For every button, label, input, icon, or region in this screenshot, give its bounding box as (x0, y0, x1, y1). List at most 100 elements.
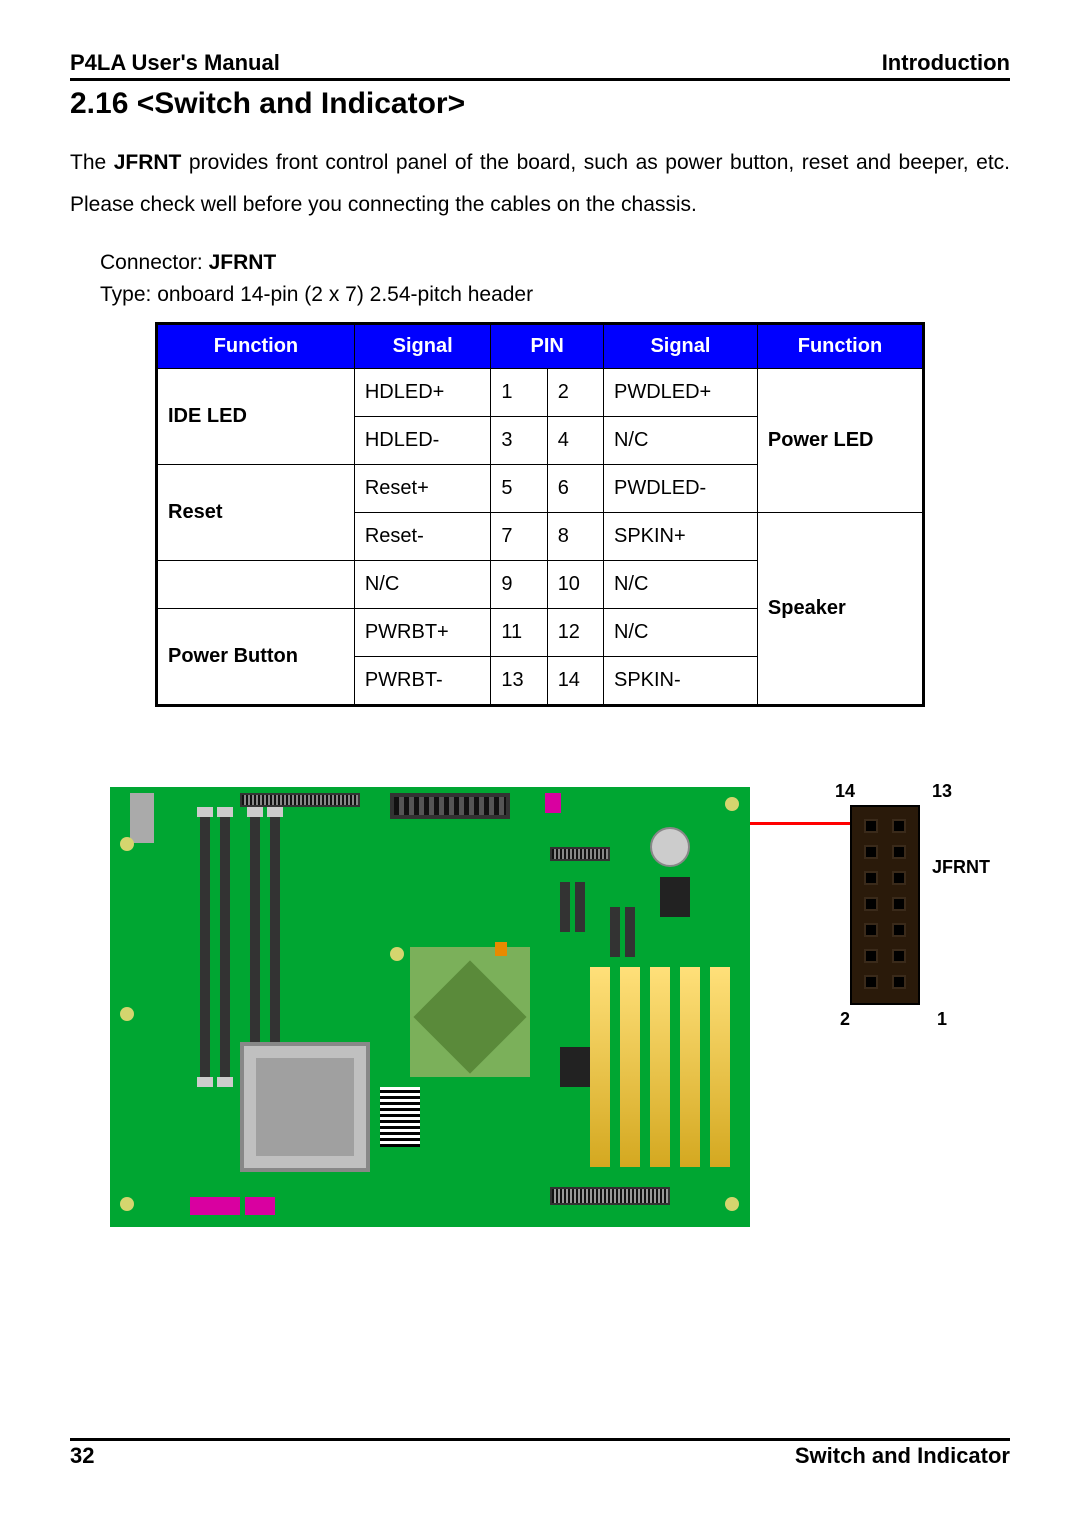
jfrnt-label: JFRNT (932, 857, 990, 878)
atx-power-connector (390, 793, 510, 819)
cell: N/C (603, 609, 757, 657)
cell: PWRBT- (354, 657, 491, 706)
pin-hole (864, 819, 878, 833)
ide-connector (240, 793, 360, 807)
cell: N/C (603, 417, 757, 465)
cell: 8 (547, 513, 603, 561)
footer-title: Switch and Indicator (795, 1443, 1010, 1469)
connector-block (245, 1197, 275, 1215)
section-description: The JFRNT provides front control panel o… (70, 142, 1010, 226)
cell: 7 (491, 513, 547, 561)
pin-hole (892, 819, 906, 833)
connector-label: Connector: (100, 251, 209, 274)
connector-block (190, 1197, 240, 1215)
func-ide-led: IDE LED (157, 369, 355, 465)
connector-type: Type: onboard 14-pin (2 x 7) 2.54-pitch … (100, 283, 533, 306)
pin-hole (892, 975, 906, 989)
ic-chip (560, 1047, 590, 1087)
pin-label-13: 13 (932, 781, 952, 802)
page-footer: 32 Switch and Indicator (70, 1438, 1010, 1469)
small-connector (545, 793, 561, 813)
cell: 6 (547, 465, 603, 513)
motherboard-diagram: 14 13 JFRNT 2 1 (70, 787, 1010, 1267)
jumper (495, 942, 507, 956)
connector-info: Connector: JFRNT Type: onboard 14-pin (2… (100, 247, 1010, 310)
cpu-socket (240, 1042, 370, 1172)
cell: 12 (547, 609, 603, 657)
pin-header (610, 907, 620, 957)
cell: 2 (547, 369, 603, 417)
pcb-outline (110, 787, 750, 1227)
cell: PWDLED- (603, 465, 757, 513)
func-speaker: Speaker (757, 513, 923, 706)
pin-hole (864, 845, 878, 859)
mounting-hole (390, 947, 404, 961)
mounting-hole (120, 1197, 134, 1211)
pin-hole (892, 871, 906, 885)
chapter-label: Introduction (882, 50, 1010, 76)
th-signal-left: Signal (354, 324, 491, 369)
cmos-battery (650, 827, 690, 867)
cell: Reset- (354, 513, 491, 561)
cell: 11 (491, 609, 547, 657)
th-function-left: Function (157, 324, 355, 369)
pin-hole (864, 923, 878, 937)
mounting-hole (725, 797, 739, 811)
io-port-block (130, 793, 154, 843)
barcode-sticker (380, 1087, 420, 1147)
th-function-right: Function (757, 324, 923, 369)
desc-c: provides front control panel of the boar… (70, 151, 1010, 216)
jfrnt-connector-detail (850, 805, 920, 1005)
connector-name: JFRNT (209, 251, 277, 274)
mounting-hole (120, 1007, 134, 1021)
pin-label-1: 1 (937, 1009, 947, 1030)
mounting-hole (725, 1197, 739, 1211)
cell: SPKIN- (603, 657, 757, 706)
cell: SPKIN+ (603, 513, 757, 561)
cell: N/C (603, 561, 757, 609)
func-blank (157, 561, 355, 609)
manual-title: P4LA User's Manual (70, 50, 280, 76)
dimm-slot (220, 817, 230, 1077)
func-power-button: Power Button (157, 609, 355, 706)
func-reset: Reset (157, 465, 355, 561)
expansion-slot (710, 967, 730, 1167)
pin-hole (892, 949, 906, 963)
pin-header (575, 882, 585, 932)
section-title: 2.16 <Switch and Indicator> (70, 87, 1010, 121)
pin-label-14: 14 (835, 781, 855, 802)
cell: HDLED+ (354, 369, 491, 417)
expansion-slot (650, 967, 670, 1167)
cell: 4 (547, 417, 603, 465)
pin-label-2: 2 (840, 1009, 850, 1030)
pinout-table: Function Signal PIN Signal Function IDE … (155, 322, 925, 707)
dimm-slot (200, 817, 210, 1077)
expansion-slot (590, 967, 610, 1167)
cell: 10 (547, 561, 603, 609)
pin-hole (892, 923, 906, 937)
pin-header (560, 882, 570, 932)
pin-header (625, 907, 635, 957)
cell: 13 (491, 657, 547, 706)
cell: PWRBT+ (354, 609, 491, 657)
cell: 14 (547, 657, 603, 706)
callout-line (750, 822, 850, 825)
connector-name-inline: JFRNT (114, 151, 182, 174)
desc-a: The (70, 151, 114, 174)
dimm-slot (270, 817, 280, 1077)
pin-hole (864, 897, 878, 911)
expansion-slot (620, 967, 640, 1167)
page-header: P4LA User's Manual Introduction (70, 50, 1010, 81)
ic-chip (660, 877, 690, 917)
pin-hole (864, 949, 878, 963)
cell: 1 (491, 369, 547, 417)
th-signal-right: Signal (603, 324, 757, 369)
cell: PWDLED+ (603, 369, 757, 417)
cell: N/C (354, 561, 491, 609)
ide-connector (550, 847, 610, 861)
expansion-slot (680, 967, 700, 1167)
pin-hole (864, 975, 878, 989)
cell: 9 (491, 561, 547, 609)
cell: 5 (491, 465, 547, 513)
mounting-hole (120, 837, 134, 851)
